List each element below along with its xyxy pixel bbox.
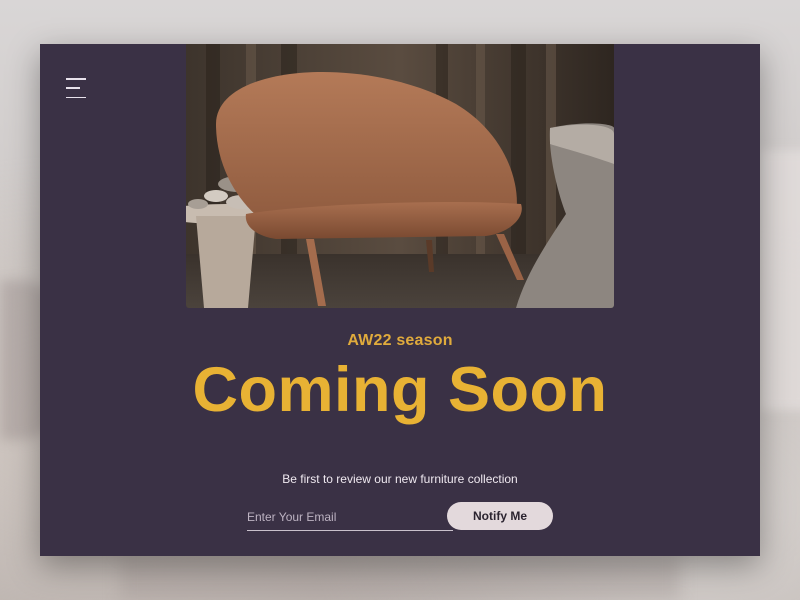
coming-soon-card: AW22 season Coming Soon Be first to revi…: [40, 44, 760, 556]
notify-me-button[interactable]: Notify Me: [447, 502, 553, 530]
signup-tagline: Be first to review our new furniture col…: [282, 472, 518, 486]
page-title: Coming Soon: [192, 355, 608, 425]
season-label: AW22 season: [347, 332, 453, 349]
hero-image-sofa: [186, 44, 614, 308]
hamburger-menu-icon[interactable]: [66, 78, 88, 98]
menu-line: [66, 87, 80, 89]
menu-line: [66, 96, 86, 98]
email-field[interactable]: [247, 504, 453, 531]
background-blur-shape: [760, 150, 800, 410]
sofa-photo: [186, 44, 614, 308]
menu-line: [66, 78, 86, 80]
background-blur-shape: [120, 555, 680, 600]
